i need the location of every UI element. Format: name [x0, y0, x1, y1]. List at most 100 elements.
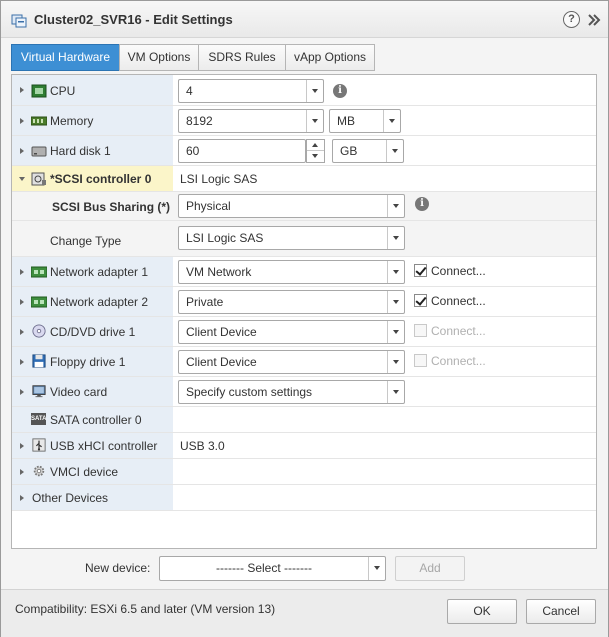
usb-controller-value: USB 3.0	[180, 439, 225, 453]
hardware-list: CPU 4 i Memory 8192 MB Hard disk 1 60 GB…	[11, 74, 597, 549]
connect-label: Connect...	[431, 264, 486, 278]
hardware-row-floppy: Floppy drive 1 Client Device Connect...	[12, 347, 596, 377]
expand-arrow-icon[interactable]	[20, 118, 24, 124]
scsi-bus-sharing-row: SCSI Bus Sharing (*) Physical i	[12, 192, 596, 221]
floppy-icon	[32, 354, 46, 368]
expand-arrow-icon[interactable]	[20, 148, 24, 154]
network-adapter-icon	[31, 296, 47, 308]
memory-icon	[31, 116, 47, 126]
spin-up-icon[interactable]	[307, 140, 324, 151]
video-card-label: Video card	[50, 385, 108, 399]
expand-arrow-icon[interactable]	[20, 469, 24, 475]
vmci-label: VMCI device	[50, 465, 119, 479]
hardware-row-usb-controller: USB xHCI controller USB 3.0	[12, 433, 596, 459]
chevron-down-icon[interactable]	[368, 557, 385, 580]
hardware-row-cpu: CPU 4 i	[12, 75, 596, 106]
vmci-gear-icon	[33, 465, 45, 477]
chevron-down-icon[interactable]	[306, 80, 323, 102]
cpu-label: CPU	[50, 84, 76, 98]
expand-arrow-icon[interactable]	[20, 269, 24, 275]
chevron-down-icon[interactable]	[387, 321, 404, 343]
info-icon[interactable]: i	[333, 84, 347, 98]
cpu-select[interactable]: 4	[178, 79, 324, 103]
add-device-button[interactable]: Add	[395, 556, 465, 581]
memory-label: Memory	[50, 114, 94, 128]
chevron-down-icon[interactable]	[387, 291, 404, 313]
chevron-down-icon[interactable]	[387, 261, 404, 283]
scsi-controller-icon	[31, 172, 46, 186]
hardware-row-cd-dvd: CD/DVD drive 1 Client Device Connect...	[12, 317, 596, 347]
scsi-bus-sharing-label: SCSI Bus Sharing (*)	[52, 200, 171, 214]
connect-checkbox[interactable]	[414, 294, 427, 307]
expand-arrow-icon[interactable]	[20, 495, 24, 501]
hard-disk-size-input[interactable]: 60	[178, 139, 306, 163]
hardware-row-video-card: Video card Specify custom settings	[12, 377, 596, 407]
tab-vm-options[interactable]: VM Options	[119, 44, 199, 71]
chevron-down-icon[interactable]	[387, 351, 404, 373]
cancel-button[interactable]: Cancel	[526, 599, 596, 624]
help-button[interactable]: ?	[563, 11, 580, 28]
expand-arrow-icon[interactable]	[20, 87, 24, 93]
connect-checkbox[interactable]	[414, 264, 427, 277]
sata-controller-label: SATA controller 0	[50, 413, 142, 427]
hardware-row-memory: Memory 8192 MB	[12, 106, 596, 136]
chevron-down-icon[interactable]	[387, 227, 404, 249]
connect-checkbox[interactable]	[414, 354, 427, 367]
hardware-row-vmci: VMCI device	[12, 459, 596, 485]
cd-dvd-label: CD/DVD drive 1	[50, 325, 136, 339]
change-type-label: Change Type	[50, 234, 122, 248]
change-type-select[interactable]: LSI Logic SAS	[178, 226, 405, 250]
scsi-change-type-row: Change Type LSI Logic SAS	[12, 221, 596, 257]
usb-icon	[32, 438, 46, 452]
network-adapter-1-select[interactable]: VM Network	[178, 260, 405, 284]
chevron-down-icon[interactable]	[387, 381, 404, 403]
compatibility-text: Compatibility: ESXi 6.5 and later (VM ve…	[15, 602, 276, 616]
new-device-select[interactable]: ------- Select -------	[159, 556, 386, 581]
expand-icon[interactable]	[586, 12, 602, 28]
network-adapter-2-select[interactable]: Private	[178, 290, 405, 314]
tab-vapp-options[interactable]: vApp Options	[285, 44, 375, 71]
collapse-arrow-icon[interactable]	[19, 177, 25, 181]
cd-dvd-select[interactable]: Client Device	[178, 320, 405, 344]
scsi-controller-value: LSI Logic SAS	[180, 172, 258, 186]
edit-settings-dialog: Cluster02_SVR16 - Edit Settings ? Virtua…	[0, 0, 609, 637]
chevron-down-icon[interactable]	[383, 110, 400, 132]
scsi-bus-sharing-select[interactable]: Physical	[178, 194, 405, 218]
chevron-down-icon[interactable]	[387, 195, 404, 217]
video-card-select[interactable]: Specify custom settings	[178, 380, 405, 404]
network-adapter-icon	[31, 266, 47, 278]
tab-virtual-hardware[interactable]: Virtual Hardware	[11, 44, 120, 71]
memory-unit-select[interactable]: MB	[329, 109, 401, 133]
hardware-row-other-devices: Other Devices	[12, 485, 596, 511]
usb-controller-label: USB xHCI controller	[50, 439, 158, 453]
expand-arrow-icon[interactable]	[20, 443, 24, 449]
ok-button[interactable]: OK	[447, 599, 517, 624]
chevron-down-icon[interactable]	[386, 140, 403, 162]
sata-controller-icon: SATA	[31, 413, 46, 425]
scsi-controller-label: *SCSI controller 0	[50, 172, 152, 186]
hard-disk-unit-select[interactable]: GB	[332, 139, 404, 163]
tab-sdrs-rules[interactable]: SDRS Rules	[198, 44, 286, 71]
hardware-row-hard-disk: Hard disk 1 60 GB	[12, 136, 596, 166]
hardware-row-sata-controller: SATA SATA controller 0	[12, 407, 596, 433]
expand-arrow-icon[interactable]	[20, 389, 24, 395]
spin-down-icon[interactable]	[307, 151, 324, 162]
dialog-footer: Compatibility: ESXi 6.5 and later (VM ve…	[1, 589, 608, 637]
hardware-row-network-adapter-2: Network adapter 2 Private Connect...	[12, 287, 596, 317]
connect-label: Connect...	[431, 294, 486, 308]
hard-disk-spinner[interactable]	[306, 139, 325, 163]
network-adapter-2-label: Network adapter 2	[50, 295, 149, 309]
memory-input[interactable]: 8192	[178, 109, 324, 133]
expand-arrow-icon[interactable]	[20, 329, 24, 335]
cd-dvd-icon	[32, 324, 46, 338]
expand-arrow-icon[interactable]	[20, 299, 24, 305]
connect-checkbox[interactable]	[414, 324, 427, 337]
video-card-icon	[32, 385, 46, 398]
expand-arrow-icon[interactable]	[20, 359, 24, 365]
info-icon[interactable]: i	[415, 197, 429, 211]
floppy-select[interactable]: Client Device	[178, 350, 405, 374]
vm-settings-icon	[11, 14, 27, 28]
network-adapter-1-label: Network adapter 1	[50, 265, 149, 279]
chevron-down-icon[interactable]	[306, 110, 323, 132]
title-bar: Cluster02_SVR16 - Edit Settings ?	[1, 1, 608, 38]
